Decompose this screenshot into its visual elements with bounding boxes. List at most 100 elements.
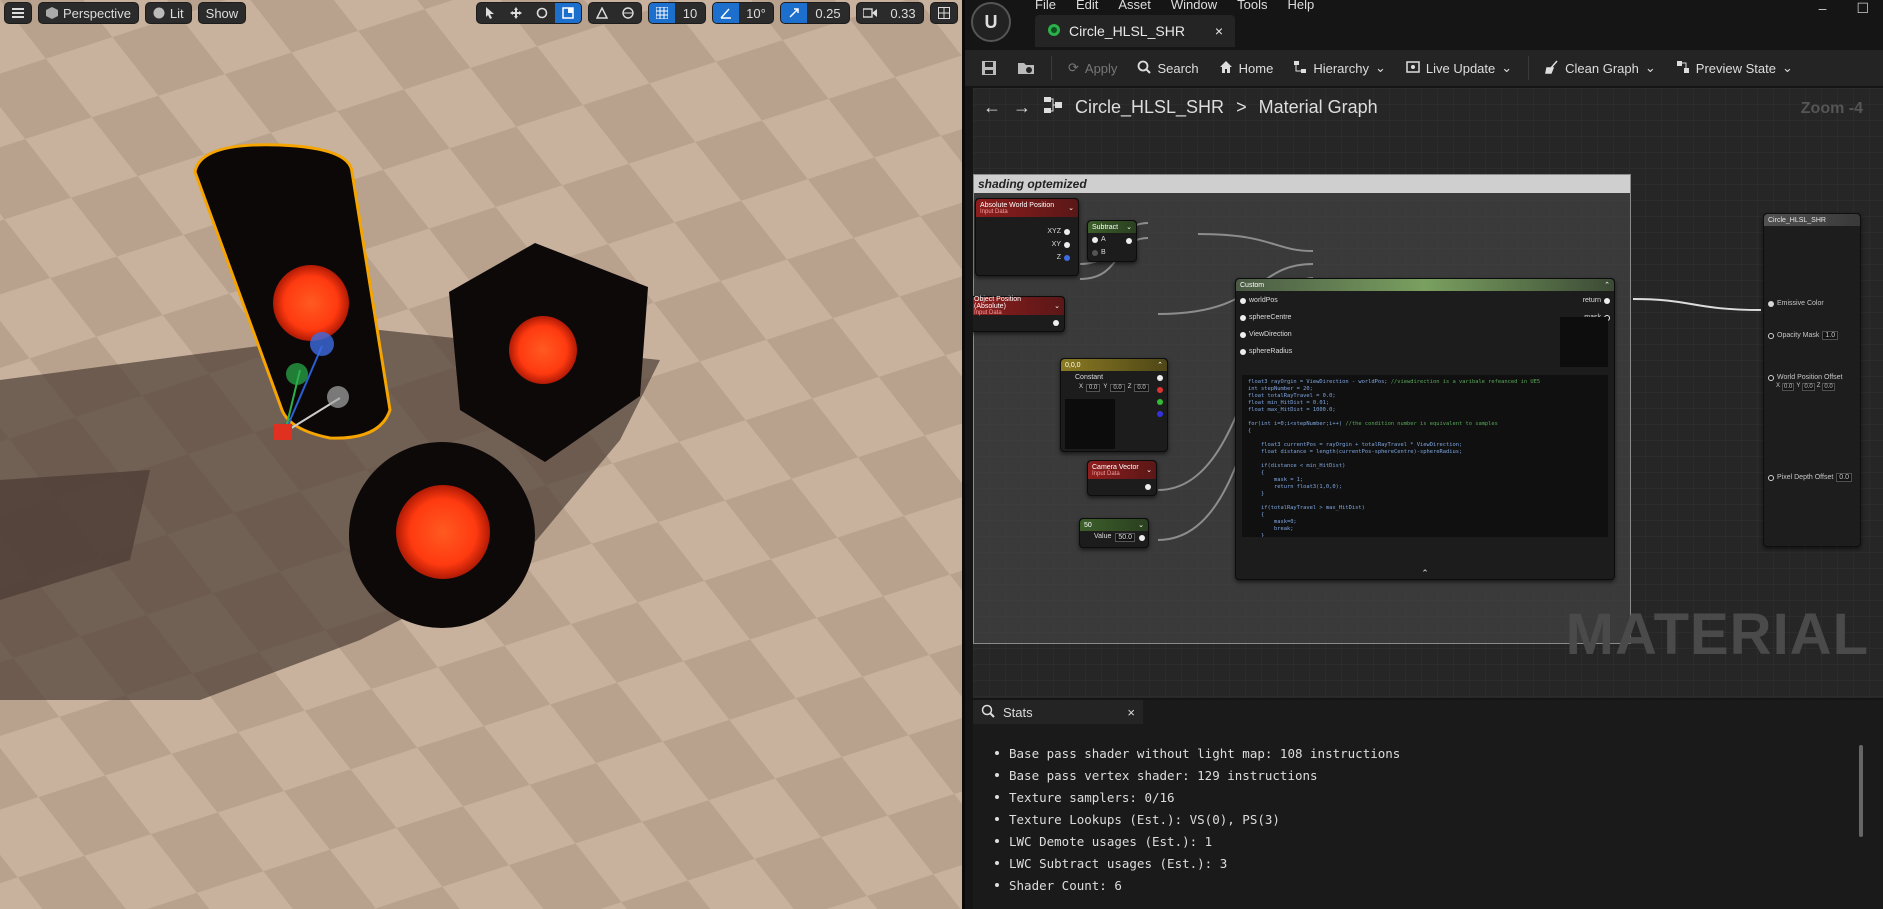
layout-grid-icon[interactable]: [931, 3, 957, 23]
home-button[interactable]: Home: [1211, 54, 1282, 82]
opacity-mask-field[interactable]: 1.0: [1822, 331, 1839, 340]
angle-snap-icon[interactable]: [713, 3, 739, 23]
menu-asset[interactable]: Asset: [1118, 0, 1151, 12]
pin-dot[interactable]: [1240, 314, 1246, 321]
pin-dot[interactable]: [1092, 249, 1098, 256]
rotation-snap-group[interactable]: 10°: [712, 2, 774, 24]
pin-dot[interactable]: [1157, 387, 1163, 393]
browse-asset-icon[interactable]: [1009, 54, 1043, 82]
unreal-logo[interactable]: U: [971, 2, 1011, 42]
select-mode-icon[interactable]: [477, 3, 503, 23]
viewport-scene[interactable]: [0, 0, 962, 909]
object-position-node[interactable]: Object Position (Absolute) Input Data ⌄: [973, 296, 1065, 332]
chevron-down-icon[interactable]: ⌄: [1138, 521, 1144, 529]
viewport-options-button[interactable]: [4, 2, 32, 24]
constant-vector-node[interactable]: 0,0,0 ⌃ Constant X 0.0 Y 0.0 Z 0.0: [1060, 358, 1168, 452]
camera-speed-icon[interactable]: [857, 3, 883, 23]
clean-graph-button[interactable]: Clean Graph ⌄: [1537, 54, 1664, 82]
comment-title[interactable]: shading optemized: [974, 175, 1630, 193]
camera-vector-node[interactable]: Camera Vector Input Data ⌄: [1087, 460, 1157, 496]
chevron-up-icon[interactable]: ⌃: [1604, 281, 1610, 289]
absolute-world-position-node[interactable]: Absolute World Position Input Data ⌄ XYZ …: [975, 198, 1079, 276]
hierarchy-button[interactable]: Hierarchy ⌄: [1285, 54, 1394, 82]
rotate-mode-icon[interactable]: [529, 3, 555, 23]
document-tab[interactable]: Circle_HLSL_SHR ×: [1035, 15, 1235, 47]
surface-snap-icon[interactable]: [589, 3, 615, 23]
apply-button[interactable]: ⟳ Apply: [1060, 54, 1125, 82]
chevron-down-icon[interactable]: ⌄: [1068, 204, 1074, 212]
pin-b[interactable]: B: [1088, 246, 1136, 259]
output-return[interactable]: return: [1583, 295, 1610, 306]
material-graph-canvas[interactable]: ← → Circle_HLSL_SHR > Material Graph Zoo…: [973, 88, 1883, 698]
pin-dot[interactable]: [1064, 228, 1070, 235]
pin-dot[interactable]: [1768, 300, 1774, 307]
scale-snap-group[interactable]: 0.25: [780, 2, 850, 24]
chevron-down-icon[interactable]: ⌄: [1054, 302, 1060, 310]
menu-help[interactable]: Help: [1287, 0, 1314, 12]
input-worldpos[interactable]: worldPos: [1240, 295, 1292, 306]
wpo-x-field[interactable]: 0.0: [1782, 383, 1795, 391]
wpo-z-field[interactable]: 0.0: [1822, 383, 1835, 391]
viewport-layout-group[interactable]: [930, 2, 958, 24]
chevron-up-icon[interactable]: ⌃: [1157, 361, 1163, 369]
pin-dot[interactable]: [1092, 236, 1098, 243]
pin-dot[interactable]: [1604, 297, 1610, 304]
stats-tab[interactable]: Stats ×: [973, 700, 1143, 724]
scalar-parameter-node[interactable]: 50 ⌄ Value 50.0: [1079, 518, 1149, 548]
menu-file[interactable]: File: [1035, 0, 1056, 12]
hlsl-code-editor[interactable]: float3 rayOrgin = ViewDirection - worldP…: [1242, 375, 1608, 537]
camera-speed-group[interactable]: 0.33: [856, 2, 924, 24]
pin-z[interactable]: Z: [1043, 251, 1074, 264]
input-spherecentre[interactable]: sphereCentre: [1240, 312, 1292, 323]
stats-scrollbar[interactable]: [1859, 745, 1863, 837]
grid-snap-group[interactable]: 10: [648, 2, 706, 24]
material-result-node[interactable]: Circle_HLSL_SHR Emissive Color Opacity M…: [1763, 213, 1861, 547]
pin-dot[interactable]: [1240, 331, 1246, 338]
pin-dot[interactable]: [1157, 375, 1163, 381]
pin-dot[interactable]: [1064, 254, 1070, 261]
grid-snap-icon[interactable]: [649, 3, 675, 23]
output-pin[interactable]: [1139, 535, 1145, 541]
lit-button[interactable]: Lit: [144, 2, 192, 24]
collapse-chevron-icon[interactable]: ⌃: [1236, 568, 1614, 579]
save-icon[interactable]: [973, 54, 1005, 82]
pin-dot[interactable]: [1157, 411, 1163, 417]
pin-pixel-depth-offset[interactable]: Pixel Depth Offset 0.0: [1768, 471, 1853, 484]
pdo-field[interactable]: 0.0: [1836, 473, 1853, 482]
pin-xyz[interactable]: XYZ: [1043, 225, 1074, 238]
output-pin[interactable]: [1053, 320, 1059, 326]
perspective-button[interactable]: Perspective: [38, 2, 139, 24]
preview-state-button[interactable]: Preview State ⌄: [1668, 54, 1801, 82]
menu-window[interactable]: Window: [1171, 0, 1217, 12]
input-viewdirection[interactable]: ViewDirection: [1240, 329, 1292, 340]
scale-snap-icon[interactable]: [781, 3, 807, 23]
pin-emissive-color[interactable]: Emissive Color: [1768, 298, 1852, 309]
live-update-button[interactable]: Live Update ⌄: [1398, 54, 1520, 82]
world-local-icon[interactable]: [615, 3, 641, 23]
pin-dot[interactable]: [1157, 399, 1163, 405]
pin-dot[interactable]: [1768, 474, 1774, 481]
subtract-node[interactable]: Subtract ⌄ A B: [1087, 220, 1137, 262]
constant-y-field[interactable]: 0.0: [1110, 384, 1125, 392]
maximize-icon[interactable]: ☐: [1856, 0, 1869, 17]
level-viewport[interactable]: Perspective Lit Show 10 10° 0.25 0.33: [0, 0, 962, 909]
scale-mode-icon[interactable]: [555, 3, 581, 23]
output-pin[interactable]: [1126, 238, 1132, 244]
pin-dot[interactable]: [1064, 241, 1070, 248]
chevron-down-icon[interactable]: ⌄: [1126, 223, 1132, 231]
output-pin[interactable]: [1145, 484, 1151, 490]
pin-world-position-offset[interactable]: World Position Offset: [1768, 372, 1852, 383]
constant-z-field[interactable]: 0.0: [1134, 384, 1149, 392]
pin-dot[interactable]: [1768, 374, 1774, 381]
translate-mode-icon[interactable]: [503, 3, 529, 23]
wpo-y-field[interactable]: 0.0: [1802, 383, 1815, 391]
pin-dot[interactable]: [1768, 332, 1774, 339]
show-button[interactable]: Show: [197, 2, 247, 24]
close-stats-icon[interactable]: ×: [1127, 705, 1135, 720]
constant-x-field[interactable]: 0.0: [1086, 384, 1101, 392]
minimize-icon[interactable]: –: [1819, 0, 1827, 17]
pin-xy[interactable]: XY: [1043, 238, 1074, 251]
close-tab-icon[interactable]: ×: [1215, 23, 1223, 39]
scalar-value-field[interactable]: 50.0: [1115, 533, 1136, 542]
menu-edit[interactable]: Edit: [1076, 0, 1098, 12]
